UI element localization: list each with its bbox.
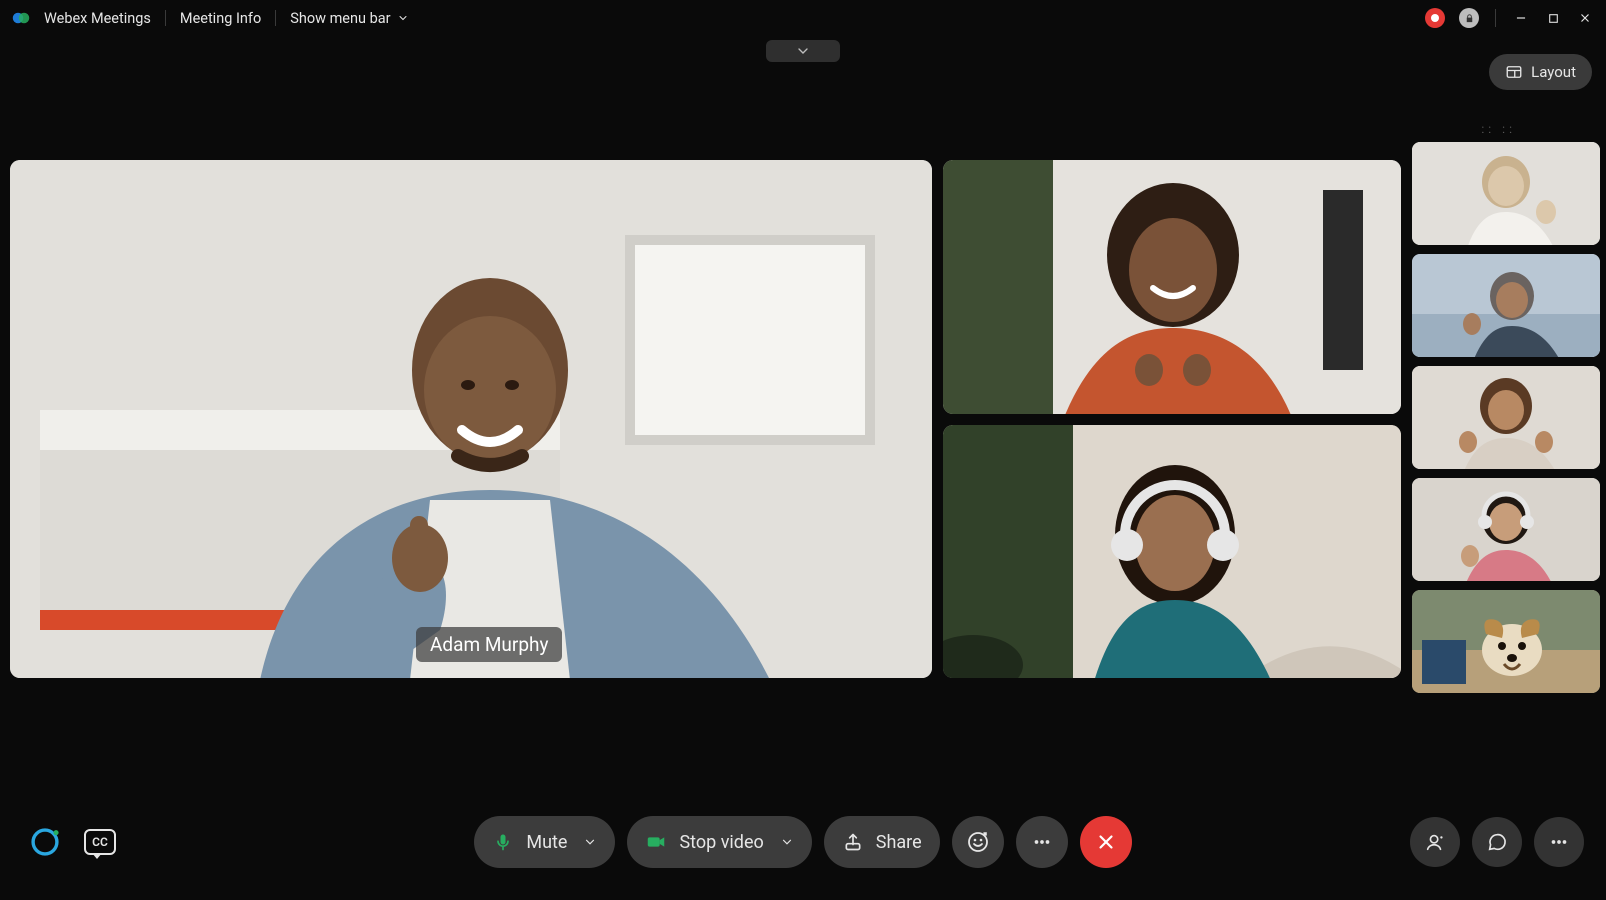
layout-button[interactable]: Layout: [1489, 54, 1592, 90]
participant-tile[interactable]: [943, 425, 1401, 679]
controls-left: CC: [28, 825, 116, 859]
participant-video: [943, 425, 1401, 679]
maximize-window-button[interactable]: [1544, 9, 1562, 27]
participant-thumbnail[interactable]: [1412, 254, 1600, 357]
secondary-column: [943, 160, 1401, 678]
recording-indicator[interactable]: [1425, 8, 1445, 28]
camera-icon: [645, 831, 667, 853]
smiley-icon: [966, 830, 990, 854]
active-speaker-tile[interactable]: Adam Murphy: [10, 160, 932, 678]
ellipsis-icon: [1031, 831, 1053, 853]
stop-video-label: Stop video: [679, 832, 763, 853]
participant-video: [1412, 142, 1600, 245]
ellipsis-icon: [1548, 831, 1570, 853]
speaker-name-badge: Adam Murphy: [416, 627, 562, 662]
chat-panel-button[interactable]: [1472, 817, 1522, 867]
minimize-window-button[interactable]: [1512, 9, 1530, 27]
meeting-controls: CC Mute Stop video Share: [0, 812, 1606, 872]
share-label: Share: [876, 832, 922, 853]
webex-assistant-icon[interactable]: [28, 825, 62, 859]
close-icon: [1095, 831, 1117, 853]
closed-captions-button[interactable]: CC: [84, 829, 116, 855]
layout-icon: [1505, 63, 1523, 81]
filmstrip-column: [1412, 142, 1600, 702]
video-grid: Adam Murphy: [10, 160, 1596, 700]
share-icon: [842, 831, 864, 853]
end-call-button[interactable]: [1080, 816, 1132, 868]
participant-video: [1412, 254, 1600, 357]
title-bar-left: Webex Meetings Meeting Info Show menu ba…: [12, 9, 409, 27]
drag-handle-icon[interactable]: :: ::: [1481, 122, 1516, 136]
controls-center: Mute Stop video Share: [474, 816, 1131, 868]
chevron-down-icon: [397, 12, 409, 24]
person-icon: [1424, 831, 1446, 853]
controls-right: [1410, 817, 1584, 867]
participant-video: [10, 160, 932, 678]
chevron-down-icon: [795, 43, 811, 59]
participant-thumbnail[interactable]: [1412, 366, 1600, 469]
title-bar-right: [1425, 8, 1594, 28]
divider: [1495, 9, 1496, 27]
layout-label: Layout: [1531, 63, 1576, 81]
divider: [275, 10, 276, 26]
show-menu-label: Show menu bar: [290, 10, 390, 27]
chat-icon: [1486, 831, 1508, 853]
reactions-button[interactable]: [952, 816, 1004, 868]
meeting-info-link[interactable]: Meeting Info: [180, 10, 261, 27]
participant-video: [1412, 590, 1600, 693]
webex-logo-icon: [12, 9, 30, 27]
more-options-button[interactable]: [1016, 816, 1068, 868]
title-bar: Webex Meetings Meeting Info Show menu ba…: [0, 0, 1606, 36]
participants-panel-button[interactable]: [1410, 817, 1460, 867]
participant-video: [1412, 478, 1600, 581]
panel-options-button[interactable]: [1534, 817, 1584, 867]
chevron-down-icon: [780, 835, 794, 849]
stop-video-button[interactable]: Stop video: [627, 816, 811, 868]
cc-label: CC: [92, 835, 108, 849]
participant-thumbnail[interactable]: [1412, 478, 1600, 581]
mute-label: Mute: [526, 832, 567, 853]
mute-button[interactable]: Mute: [474, 816, 615, 868]
close-window-button[interactable]: [1576, 9, 1594, 27]
lock-meeting-icon[interactable]: [1459, 8, 1479, 28]
divider: [165, 10, 166, 26]
show-menu-bar-toggle[interactable]: Show menu bar: [290, 10, 408, 27]
pulldown-handle[interactable]: [766, 40, 840, 62]
participant-tile[interactable]: [943, 160, 1401, 414]
microphone-icon: [492, 831, 514, 853]
participant-thumbnail[interactable]: [1412, 142, 1600, 245]
participant-video: [1412, 366, 1600, 469]
chevron-down-icon: [583, 835, 597, 849]
share-button[interactable]: Share: [824, 816, 940, 868]
app-name: Webex Meetings: [44, 10, 151, 27]
participant-video: [943, 160, 1401, 414]
participant-thumbnail[interactable]: [1412, 590, 1600, 693]
